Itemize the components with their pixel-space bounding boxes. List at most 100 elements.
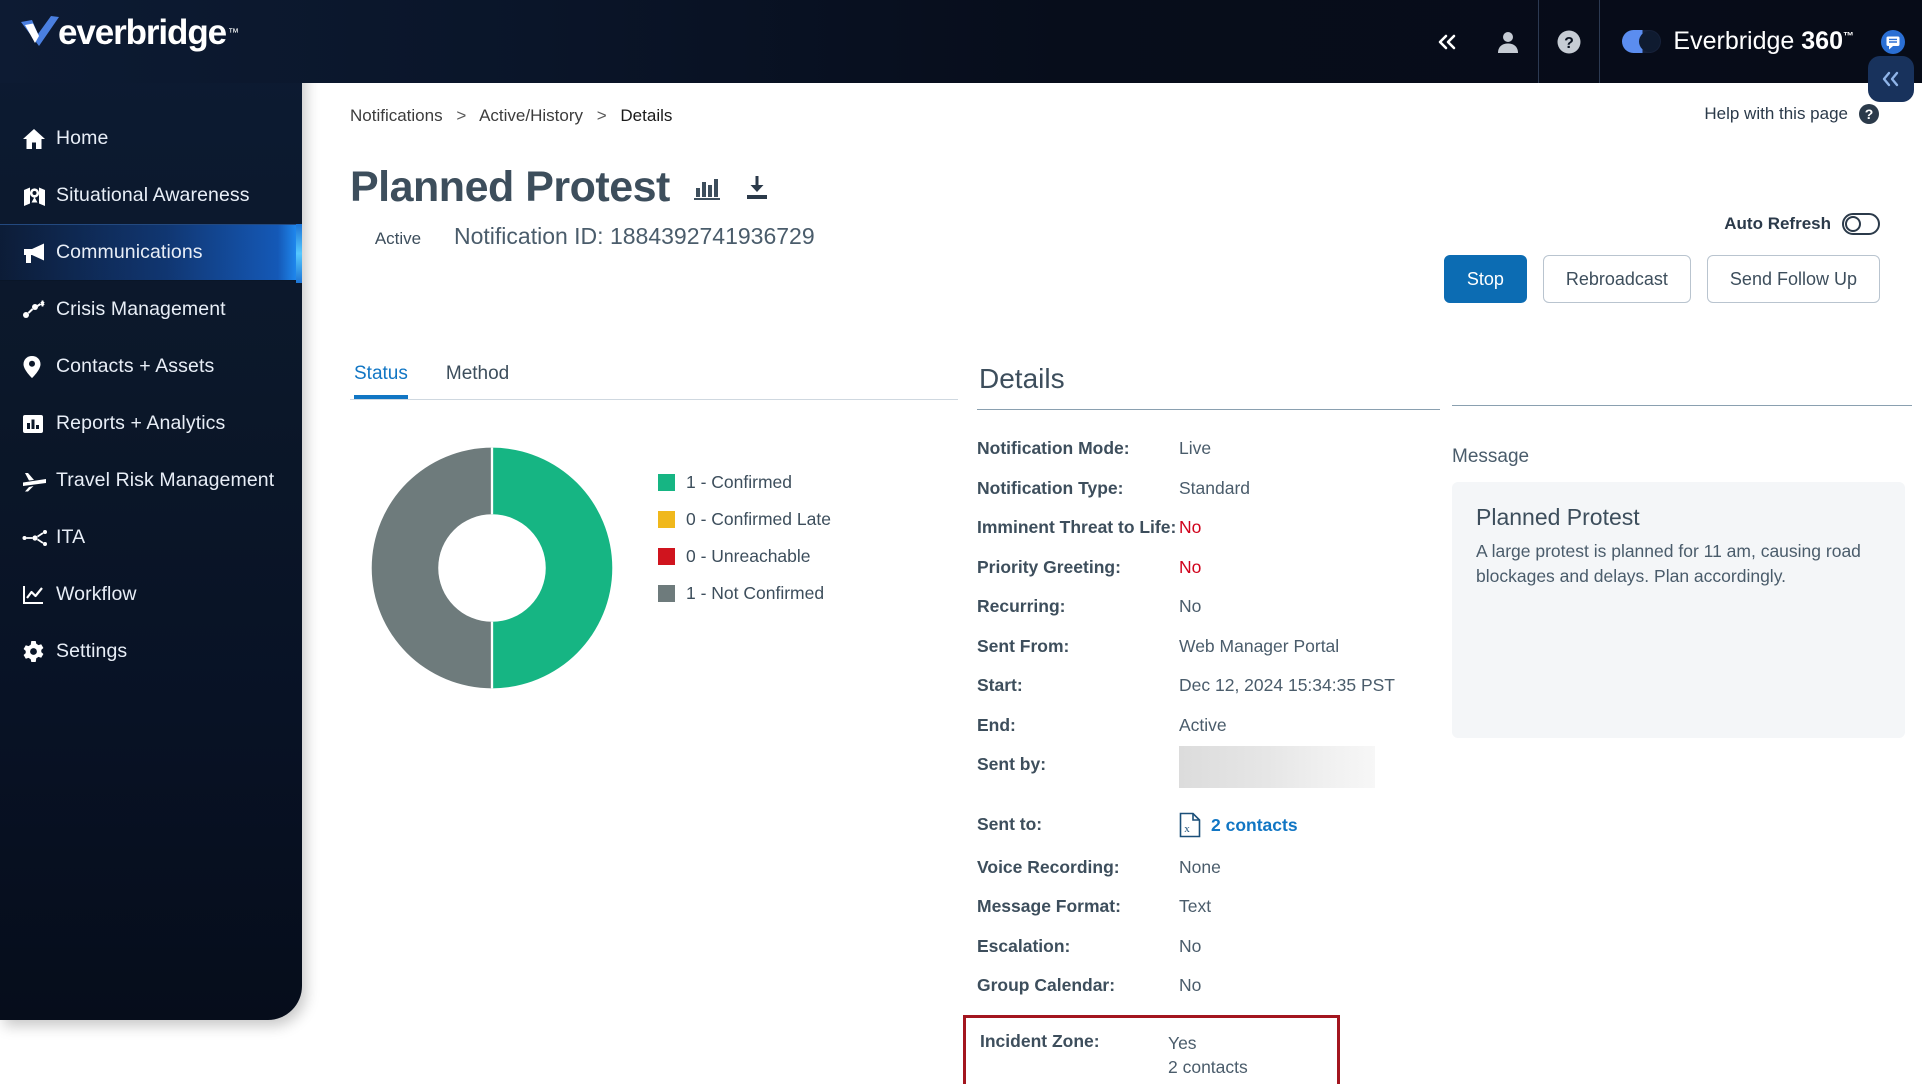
sidebar-item-label: Workflow bbox=[56, 583, 137, 605]
user-icon bbox=[1498, 31, 1519, 53]
detail-value: Text bbox=[1179, 896, 1212, 916]
megaphone-icon bbox=[22, 242, 56, 264]
detail-row-voice-recording: Voice Recording: None bbox=[977, 857, 1440, 878]
detail-row-message-format: Message Format: Text bbox=[977, 896, 1440, 917]
detail-value: x 2 contacts bbox=[1179, 812, 1298, 838]
details-list: Notification Mode: Live Notification Typ… bbox=[963, 438, 1440, 1084]
detail-label: Escalation: bbox=[977, 935, 1071, 956]
chevron-double-left-icon bbox=[1439, 34, 1456, 49]
help-with-this-page-link[interactable]: Help with this page ? bbox=[1704, 103, 1880, 125]
svg-text:?: ? bbox=[1865, 106, 1874, 122]
sidebar: Home Situational Awareness Communication… bbox=[0, 0, 302, 1020]
detail-row-sent-by: Sent by: bbox=[977, 746, 1440, 788]
detail-label: Recurring: bbox=[977, 596, 1066, 616]
stop-button[interactable]: Stop bbox=[1443, 255, 1527, 303]
detail-row-sent-to: Sent to: x 2 contacts bbox=[977, 812, 1440, 838]
send-follow-up-button[interactable]: Send Follow Up bbox=[1706, 255, 1880, 303]
help-circle-icon: ? bbox=[1859, 104, 1879, 124]
legend-item[interactable]: 1 - Confirmed bbox=[658, 472, 831, 493]
detail-value: Standard bbox=[1179, 477, 1251, 498]
legend-item[interactable]: 0 - Unreachable bbox=[658, 546, 831, 567]
legend-label: 1 - Not Confirmed bbox=[686, 583, 825, 603]
redacted-value bbox=[1179, 746, 1375, 788]
main-content: Notifications > Active/History > Details… bbox=[302, 83, 1922, 1084]
chat-bubble-icon[interactable] bbox=[1880, 29, 1906, 55]
sidebar-item-label: Crisis Management bbox=[56, 298, 226, 320]
sidebar-item-situational-awareness[interactable]: Situational Awareness bbox=[0, 167, 302, 224]
legend-label: 0 - Unreachable bbox=[686, 546, 811, 566]
everbridge-360-toggle[interactable] bbox=[1622, 30, 1662, 53]
sidebar-item-workflow[interactable]: Workflow bbox=[0, 566, 302, 623]
download-icon[interactable] bbox=[744, 175, 770, 201]
bar-chart-icon[interactable] bbox=[693, 175, 720, 201]
incident-zone-values: Yes 2 contacts Active until Dec 12, 2024… bbox=[1168, 1031, 1337, 1084]
sidebar-item-home[interactable]: Home bbox=[0, 110, 302, 167]
breadcrumb-active-history[interactable]: Active/History bbox=[479, 106, 583, 125]
detail-label: Voice Recording: bbox=[977, 856, 1120, 877]
detail-label: End: bbox=[977, 714, 1016, 735]
sidebar-item-label: Settings bbox=[56, 640, 128, 662]
sidebar-item-communications[interactable]: Communications bbox=[0, 224, 302, 283]
sent-to-contacts-link[interactable]: 2 contacts bbox=[1211, 815, 1298, 836]
message-title: Planned Protest bbox=[1476, 504, 1640, 530]
auto-refresh-toggle[interactable] bbox=[1842, 213, 1880, 235]
header-help-button[interactable]: ? bbox=[1539, 0, 1599, 83]
message-label: Message bbox=[1452, 446, 1530, 467]
sidebar-item-contacts-assets[interactable]: Contacts + Assets bbox=[0, 338, 302, 395]
sidebar-item-label: Contacts + Assets bbox=[56, 355, 215, 377]
sidebar-collapse-button[interactable] bbox=[1868, 56, 1914, 102]
sidebar-item-travel-risk-management[interactable]: Travel Risk Management bbox=[0, 452, 302, 509]
sidebar-item-label: Home bbox=[56, 127, 109, 149]
brand-tm: ™ bbox=[1843, 30, 1854, 43]
status-donut-chart bbox=[371, 447, 613, 689]
incident-zone-line-1: Yes bbox=[1168, 1032, 1197, 1053]
legend-swatch-confirmed-late bbox=[658, 511, 675, 528]
rebroadcast-button[interactable]: Rebroadcast bbox=[1542, 255, 1691, 303]
legend-item[interactable]: 0 - Confirmed Late bbox=[658, 509, 831, 530]
legend-label: 1 - Confirmed bbox=[686, 472, 793, 492]
excel-file-icon[interactable]: x bbox=[1179, 812, 1201, 838]
location-pin-icon bbox=[22, 355, 56, 379]
ita-nodes-icon bbox=[22, 529, 56, 547]
everbridge-checkmark-icon bbox=[21, 16, 59, 46]
detail-row-incident-zone: Incident Zone: Yes 2 contacts Active unt… bbox=[980, 1031, 1337, 1084]
detail-row-recurring: Recurring: No bbox=[977, 596, 1440, 617]
sidebar-item-label: Reports + Analytics bbox=[56, 412, 226, 434]
sidebar-item-settings[interactable]: Settings bbox=[0, 623, 302, 680]
sidebar-item-ita[interactable]: ITA bbox=[0, 509, 302, 566]
detail-value: Live bbox=[1179, 438, 1212, 458]
chart-legend: 1 - Confirmed 0 - Confirmed Late 0 - Unr… bbox=[658, 472, 831, 620]
detail-label: Incident Zone: bbox=[980, 1030, 1100, 1051]
detail-label: Sent by: bbox=[977, 754, 1047, 774]
message-body: A large protest is planned for 11 am, ca… bbox=[1476, 541, 1861, 586]
help-link-label: Help with this page bbox=[1704, 104, 1848, 123]
tab-status[interactable]: Status bbox=[354, 363, 408, 399]
breadcrumb-separator: > bbox=[456, 106, 467, 125]
breadcrumb-notifications[interactable]: Notifications bbox=[350, 106, 443, 125]
user-account-button[interactable] bbox=[1478, 0, 1538, 83]
detail-value: None bbox=[1179, 856, 1221, 877]
breadcrumb-details: Details bbox=[620, 106, 673, 125]
detail-value: No bbox=[1179, 935, 1202, 956]
page-title-row: Planned Protest bbox=[350, 163, 770, 212]
tab-method[interactable]: Method bbox=[446, 363, 509, 399]
legend-swatch-not-confirmed bbox=[658, 585, 675, 602]
everbridge-logo[interactable]: everbridge ™ bbox=[18, 14, 239, 52]
notification-id: Notification ID: 1884392741936729 bbox=[454, 223, 815, 249]
airplane-icon bbox=[22, 470, 56, 492]
top-bar-actions: ? Everbridge 360™ bbox=[1418, 0, 1906, 83]
sidebar-item-reports-analytics[interactable]: Reports + Analytics bbox=[0, 395, 302, 452]
notification-subheader: Active Notification ID: 1884392741936729 bbox=[350, 223, 815, 250]
home-icon bbox=[22, 128, 56, 150]
sidebar-item-crisis-management[interactable]: Crisis Management bbox=[0, 281, 302, 338]
status-badge: Active bbox=[374, 229, 422, 248]
detail-row-escalation: Escalation: No bbox=[977, 936, 1440, 957]
breadcrumb: Notifications > Active/History > Details bbox=[350, 106, 672, 126]
detail-row-notification-type: Notification Type: Standard bbox=[977, 478, 1440, 499]
legend-item[interactable]: 1 - Not Confirmed bbox=[658, 583, 831, 604]
page-title: Planned Protest bbox=[350, 163, 670, 211]
message-panel: Message Planned Protest A large protest … bbox=[1452, 363, 1912, 738]
incident-zone-highlight-box: Incident Zone: Yes 2 contacts Active unt… bbox=[963, 1014, 1340, 1084]
message-card: Planned Protest A large protest is plann… bbox=[1452, 482, 1905, 738]
header-collapse-button[interactable] bbox=[1418, 0, 1478, 83]
